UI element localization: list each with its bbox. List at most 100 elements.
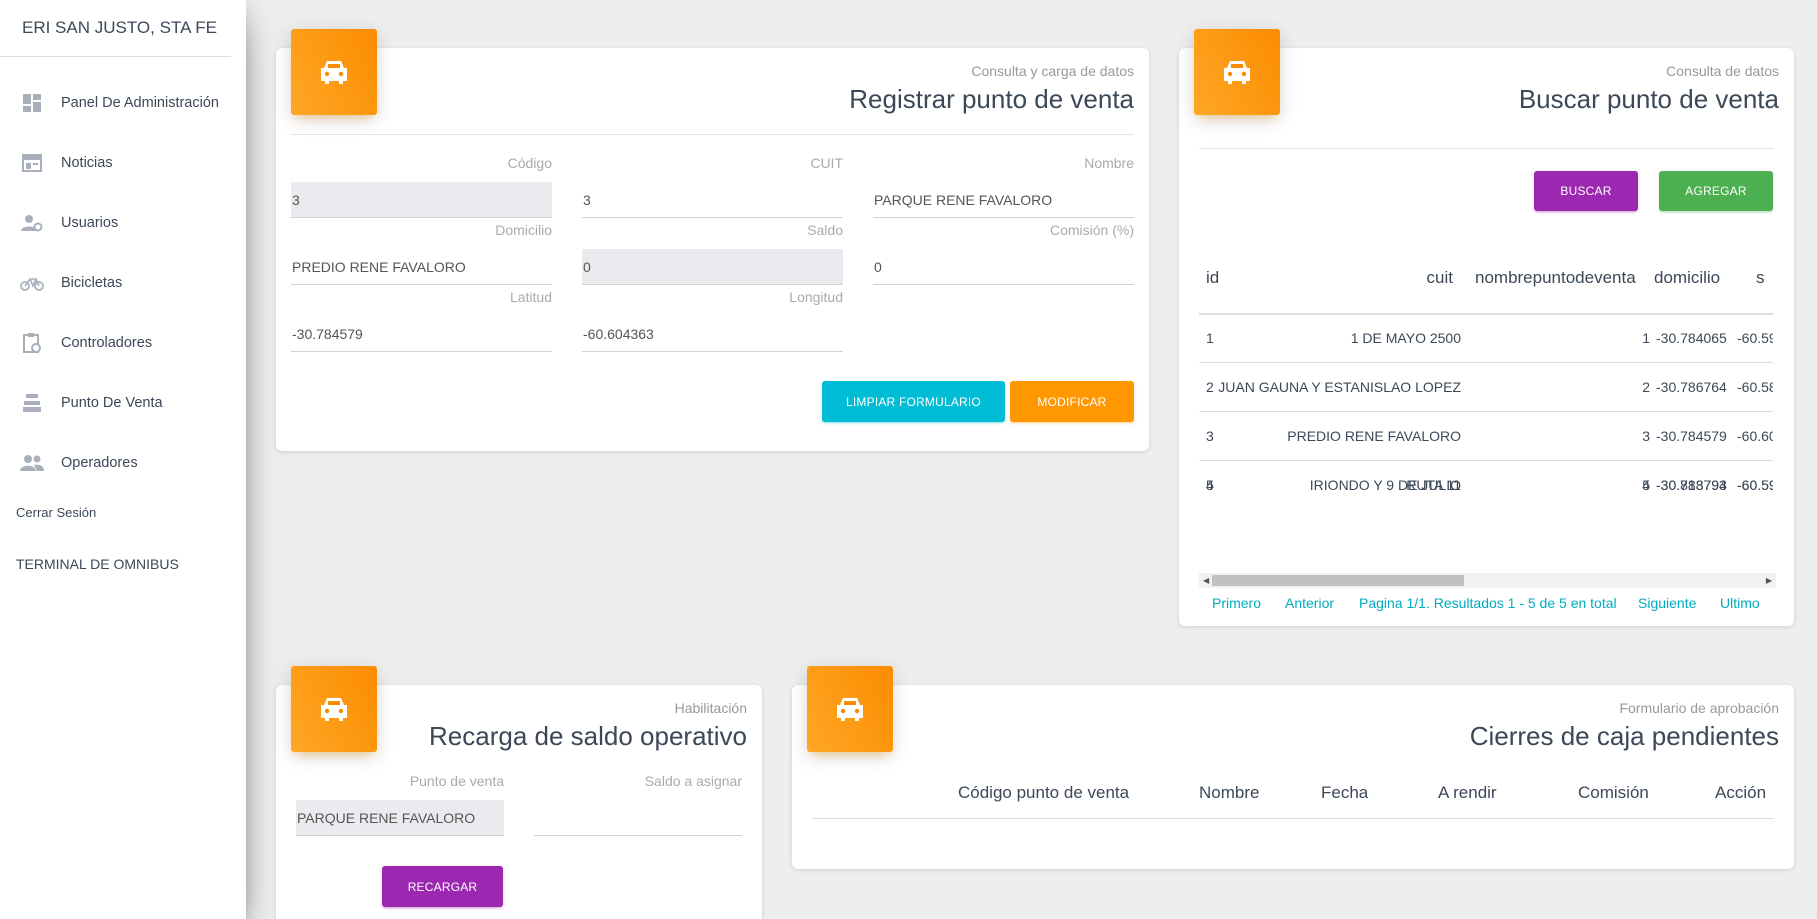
- pagination-info: Pagina 1/1. Resultados 1 - 5 de 5 en tot…: [1359, 595, 1617, 611]
- scroll-left-icon[interactable]: ◀: [1203, 576, 1209, 585]
- sidebar-item-controladores[interactable]: Controladores: [0, 313, 246, 373]
- sidebar-item-label: Controladores: [61, 335, 153, 351]
- label-longitud: Longitud: [789, 289, 843, 305]
- sidebar-item-label: Operadores: [61, 455, 138, 471]
- row-line: [1199, 411, 1773, 412]
- cell-cuit: 1 DE MAYO 2500: [1350, 330, 1461, 346]
- sidebar-item-punto-de-venta[interactable]: Punto De Venta: [0, 373, 246, 433]
- user-settings-icon: [20, 211, 44, 235]
- cell-saldo: -60.59: [1737, 477, 1773, 493]
- car-icon: [837, 698, 863, 721]
- label-domicilio: Domicilio: [495, 222, 552, 238]
- cell-saldo: -60.59: [1737, 330, 1773, 346]
- nombre-field[interactable]: PARQUE RENE FAVALORO: [873, 182, 1134, 218]
- sidebar-item-usuarios[interactable]: Usuarios: [0, 193, 246, 253]
- saldo-field[interactable]: 0: [582, 249, 843, 285]
- pagination-prev[interactable]: Anterior: [1285, 595, 1334, 611]
- card-category: Habilitación: [674, 700, 747, 716]
- recharge-button[interactable]: RECARGAR: [382, 866, 503, 907]
- scroll-thumb[interactable]: [1212, 575, 1464, 586]
- add-button[interactable]: AGREGAR: [1659, 171, 1773, 211]
- cell-domicilio: -30.784065: [1656, 330, 1727, 346]
- cell-domicilio: -30.813794: [1656, 477, 1727, 493]
- column-header-codigo: Código punto de venta: [958, 783, 1130, 802]
- search-button[interactable]: BUSCAR: [1534, 171, 1638, 211]
- column-header-nombre: nombrepuntodeventa: [1475, 268, 1636, 287]
- sidebar-item-label: Punto De Venta: [61, 395, 163, 411]
- results-table: id cuit nombrepuntodeventa domicilio s 1…: [1199, 258, 1773, 508]
- brand-title: ERI SAN JUSTO, STA FE: [0, 0, 231, 57]
- domicilio-field[interactable]: PREDIO RENE FAVALORO: [291, 249, 552, 285]
- sidebar-item-noticias[interactable]: Noticias: [0, 133, 246, 193]
- label-punto-de-venta: Punto de venta: [409, 773, 504, 789]
- buscar-card: Consulta de datos Buscar punto de venta …: [1179, 48, 1794, 626]
- column-header-a-rendir: A rendir: [1438, 783, 1497, 802]
- row-line: [1199, 460, 1773, 461]
- card-title: Cierres de caja pendientes: [1469, 721, 1779, 751]
- latitud-field[interactable]: -30.784579: [291, 316, 552, 352]
- comision-field[interactable]: 0: [873, 249, 1134, 285]
- modify-button[interactable]: MODIFICAR: [1010, 381, 1134, 422]
- cierres-card: Formulario de aprobación Cierres de caja…: [792, 685, 1794, 869]
- sidebar-nav: Panel De Administración Noticias Usuario…: [0, 73, 246, 493]
- sidebar-item-label: Noticias: [61, 155, 113, 171]
- column-header-id: id: [1206, 268, 1220, 287]
- codigo-field[interactable]: 3: [291, 182, 552, 218]
- column-header-saldo: s: [1756, 268, 1765, 287]
- table-header-line: [812, 818, 1774, 819]
- horizontal-scrollbar[interactable]: ◀ ▶: [1199, 573, 1776, 588]
- divider: [291, 134, 1134, 135]
- pagination-next[interactable]: Siguiente: [1638, 595, 1696, 611]
- column-header-cuit: cuit: [1426, 268, 1453, 287]
- sidebar-item-panel[interactable]: Panel De Administración: [0, 73, 246, 133]
- header-line: [1199, 313, 1773, 315]
- column-header-nombre: Nombre: [1199, 783, 1260, 802]
- column-header-comision: Comisión: [1578, 783, 1649, 802]
- pagination-first[interactable]: Primero: [1212, 595, 1261, 611]
- card-category: Formulario de aprobación: [1619, 700, 1779, 716]
- cell-nombre: 5: [1642, 477, 1650, 493]
- sidebar-item-operadores[interactable]: Operadores: [0, 433, 246, 493]
- label-saldo-asignar: Saldo a asignar: [644, 773, 742, 789]
- cell-saldo: -60.60: [1737, 428, 1773, 444]
- saldo-asignar-field[interactable]: [534, 800, 742, 836]
- column-header-accion: Acción: [1715, 783, 1767, 802]
- card-title: Buscar punto de venta: [1518, 84, 1779, 114]
- longitud-field[interactable]: -60.604363: [582, 316, 843, 352]
- label-saldo: Saldo: [807, 222, 843, 238]
- news-icon: [20, 151, 44, 175]
- sidebar-item-label: Panel De Administración: [61, 95, 219, 111]
- punto-de-venta-field[interactable]: PARQUE RENE FAVALORO: [296, 800, 504, 836]
- divider: [1199, 148, 1774, 149]
- cell-nombre: 1: [1642, 330, 1650, 346]
- terminal-label[interactable]: TERMINAL DE OMNIBUS: [0, 549, 246, 579]
- clear-form-button[interactable]: LIMPIAR FORMULARIO: [822, 381, 1005, 422]
- card-title: Registrar punto de venta: [849, 84, 1134, 114]
- scroll-right-icon[interactable]: ▶: [1766, 576, 1772, 585]
- car-icon: [1224, 61, 1250, 84]
- sidebar-item-label: Bicicletas: [61, 275, 123, 291]
- cash-register-icon: [20, 391, 44, 415]
- cell-nombre: 2: [1642, 379, 1650, 395]
- column-header-fecha: Fecha: [1321, 783, 1369, 802]
- card-category: Consulta y carga de datos: [971, 63, 1134, 79]
- cell-cuit: JUAN GAUNA Y ESTANISLAO LOPEZ: [1218, 379, 1461, 395]
- card-header-icon: [291, 29, 377, 115]
- cuit-field[interactable]: 3: [582, 182, 843, 218]
- car-icon: [321, 698, 347, 721]
- card-title: Recarga de saldo operativo: [429, 721, 747, 751]
- people-icon: [20, 451, 44, 475]
- row-line: [1199, 362, 1773, 363]
- dashboard-icon: [20, 91, 44, 115]
- pagination-last[interactable]: Ultimo: [1720, 595, 1760, 611]
- label-comision: Comisión (%): [1049, 222, 1134, 238]
- label-latitud: Latitud: [509, 289, 552, 305]
- card-header-icon: [1194, 29, 1280, 115]
- card-category: Consulta de datos: [1666, 63, 1779, 79]
- card-header-icon: [807, 666, 893, 752]
- label-codigo: Código: [507, 155, 552, 171]
- cell-nombre: 3: [1642, 428, 1650, 444]
- logout-link[interactable]: Cerrar Sesión: [0, 497, 246, 527]
- sidebar-item-bicicletas[interactable]: Bicicletas: [0, 253, 246, 313]
- card-header-icon: [291, 666, 377, 752]
